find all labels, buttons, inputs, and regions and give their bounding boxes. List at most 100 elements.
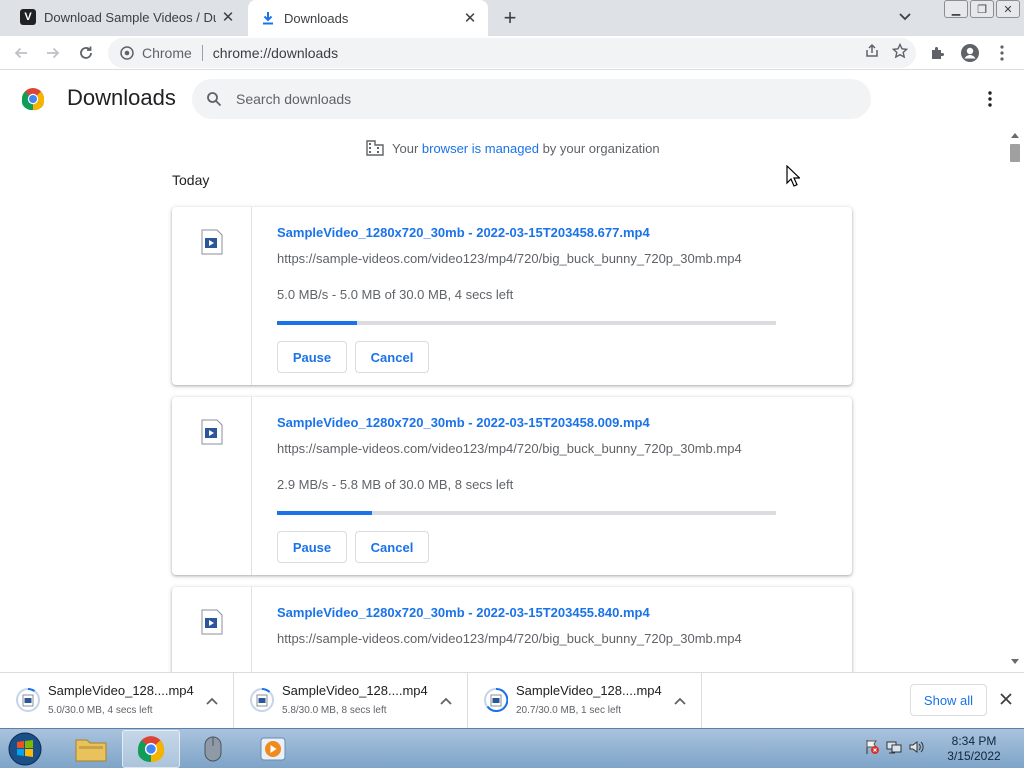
video-file-icon: [250, 687, 274, 713]
chrome-logo-icon: [21, 87, 45, 111]
managed-prefix: Your: [392, 140, 422, 156]
tab-title: Download Sample Videos / Dum: [44, 9, 216, 25]
more-actions-icon[interactable]: [978, 87, 1002, 111]
file-icon-column: [172, 207, 252, 385]
video-file-icon: [484, 687, 509, 713]
file-name-link[interactable]: SampleVideo_1280x720_30mb - 2022-03-15T2…: [277, 605, 650, 620]
download-shelf: SampleVideo_128....mp4 5.0/30.0 MB, 4 se…: [0, 672, 1024, 729]
source-url[interactable]: https://sample-videos.com/video123/mp4/7…: [277, 251, 742, 266]
chevron-up-icon[interactable]: [202, 691, 222, 711]
chrome-site-icon: [120, 46, 134, 60]
section-heading-today: Today: [172, 172, 210, 188]
progress-fill: [277, 511, 372, 515]
window-controls: ▁ ❐ ✕: [942, 0, 1020, 18]
vimeo-favicon-icon: V: [20, 9, 36, 25]
page-scrollbar[interactable]: [1008, 131, 1022, 669]
scroll-up-arrow-icon[interactable]: [1010, 131, 1020, 139]
download-favicon-icon: [260, 10, 276, 26]
shelf-item[interactable]: SampleVideo_128....mp4 5.8/30.0 MB, 8 se…: [234, 673, 468, 729]
tab-title: Downloads: [284, 10, 349, 26]
pause-button[interactable]: Pause: [277, 531, 347, 563]
chrome-taskbar-icon[interactable]: [122, 730, 180, 768]
windows-taskbar: 8:34 PM 3/15/2022: [0, 728, 1024, 768]
share-icon[interactable]: [864, 43, 880, 62]
close-shelf-icon[interactable]: [996, 689, 1016, 709]
downloads-header: Downloads: [0, 71, 1024, 127]
scroll-down-arrow-icon[interactable]: [1010, 657, 1020, 665]
start-button[interactable]: [4, 730, 46, 768]
progress-bar: [277, 511, 776, 515]
browser-toolbar: Chrome chrome://downloads: [0, 36, 1024, 70]
file-name-link[interactable]: SampleVideo_1280x720_30mb - 2022-03-15T2…: [277, 225, 650, 240]
tab-sample-videos[interactable]: V Download Sample Videos / Dum ✕: [8, 0, 246, 34]
site-label: Chrome: [142, 45, 192, 61]
building-icon: [366, 140, 384, 156]
system-tray: [864, 739, 924, 760]
forward-button[interactable]: [40, 40, 66, 66]
file-explorer-icon[interactable]: [62, 730, 120, 768]
close-tab-icon[interactable]: ✕: [216, 5, 240, 29]
shelf-item[interactable]: SampleVideo_128....mp4 5.0/30.0 MB, 4 se…: [0, 673, 234, 729]
download-status: 5.0 MB/s - 5.0 MB of 30.0 MB, 4 secs lef…: [277, 287, 514, 302]
video-file-icon: [200, 229, 224, 255]
source-url[interactable]: https://sample-videos.com/video123/mp4/7…: [277, 441, 742, 456]
close-tab-icon[interactable]: ✕: [458, 6, 482, 30]
tab-search-chevron-icon[interactable]: [894, 6, 916, 28]
shelf-file-status: 20.7/30.0 MB, 1 sec left: [516, 705, 622, 716]
shelf-file-name: SampleVideo_128....mp4: [48, 683, 194, 698]
shelf-file-status: 5.0/30.0 MB, 4 secs left: [48, 705, 153, 716]
tab-strip: V Download Sample Videos / Dum ✕ Downloa…: [0, 0, 1024, 36]
video-file-icon: [16, 687, 40, 713]
cancel-button[interactable]: Cancel: [355, 531, 429, 563]
mouse-settings-icon[interactable]: [184, 730, 242, 768]
managed-notice: Your browser is managed by your organiza…: [366, 140, 660, 156]
omnibox-divider: [201, 45, 203, 61]
search-icon: [204, 89, 224, 109]
shelf-file-name: SampleVideo_128....mp4: [282, 683, 428, 698]
mouse-cursor-icon: [786, 164, 801, 187]
downloads-list: Your browser is managed by your organiza…: [0, 127, 1024, 672]
shelf-item[interactable]: SampleVideo_128....mp4 20.7/30.0 MB, 1 s…: [468, 673, 702, 729]
managed-suffix: by your organization: [538, 140, 660, 156]
tab-downloads[interactable]: Downloads ✕: [248, 0, 488, 36]
download-item: SampleVideo_1280x720_30mb - 2022-03-15T2…: [172, 207, 852, 385]
restore-button[interactable]: ❐: [970, 0, 994, 18]
page-title: Downloads: [67, 85, 176, 110]
video-file-icon: [200, 419, 224, 445]
network-icon[interactable]: [886, 739, 902, 760]
chrome-menu-icon[interactable]: [989, 40, 1015, 66]
search-input[interactable]: [236, 91, 796, 107]
show-all-button[interactable]: Show all: [910, 684, 987, 716]
download-item: SampleVideo_1280x720_30mb - 2022-03-15T2…: [172, 587, 852, 672]
reload-button[interactable]: [73, 40, 99, 66]
cancel-button[interactable]: Cancel: [355, 341, 429, 373]
video-file-icon: [200, 609, 224, 635]
file-icon-column: [172, 587, 252, 672]
chevron-up-icon[interactable]: [436, 691, 456, 711]
progress-fill: [277, 321, 357, 325]
profile-avatar-icon[interactable]: [957, 40, 983, 66]
search-bar[interactable]: [192, 79, 871, 119]
address-bar[interactable]: Chrome chrome://downloads: [108, 38, 916, 68]
volume-icon[interactable]: [908, 739, 924, 760]
shelf-file-status: 5.8/30.0 MB, 8 secs left: [282, 705, 387, 716]
extensions-puzzle-icon[interactable]: [925, 40, 951, 66]
pause-button[interactable]: Pause: [277, 341, 347, 373]
close-window-button[interactable]: ✕: [996, 0, 1020, 18]
back-button[interactable]: [8, 40, 34, 66]
clock-date: 3/15/2022: [947, 749, 1001, 763]
system-clock[interactable]: 8:34 PM 3/15/2022: [940, 734, 1008, 764]
url-text: chrome://downloads: [212, 45, 339, 61]
clock-time: 8:34 PM: [951, 734, 997, 748]
progress-bar: [277, 321, 776, 325]
managed-link[interactable]: browser is managed: [422, 141, 539, 156]
file-name-link[interactable]: SampleVideo_1280x720_30mb - 2022-03-15T2…: [277, 415, 650, 430]
action-center-flag-icon[interactable]: [864, 739, 880, 760]
source-url[interactable]: https://sample-videos.com/video123/mp4/7…: [277, 631, 742, 646]
scrollbar-thumb[interactable]: [1010, 144, 1020, 162]
new-tab-button[interactable]: +: [496, 4, 524, 32]
media-player-icon[interactable]: [244, 730, 302, 768]
bookmark-star-icon[interactable]: [891, 42, 909, 62]
chevron-up-icon[interactable]: [670, 691, 690, 711]
minimize-button[interactable]: ▁: [944, 0, 968, 18]
